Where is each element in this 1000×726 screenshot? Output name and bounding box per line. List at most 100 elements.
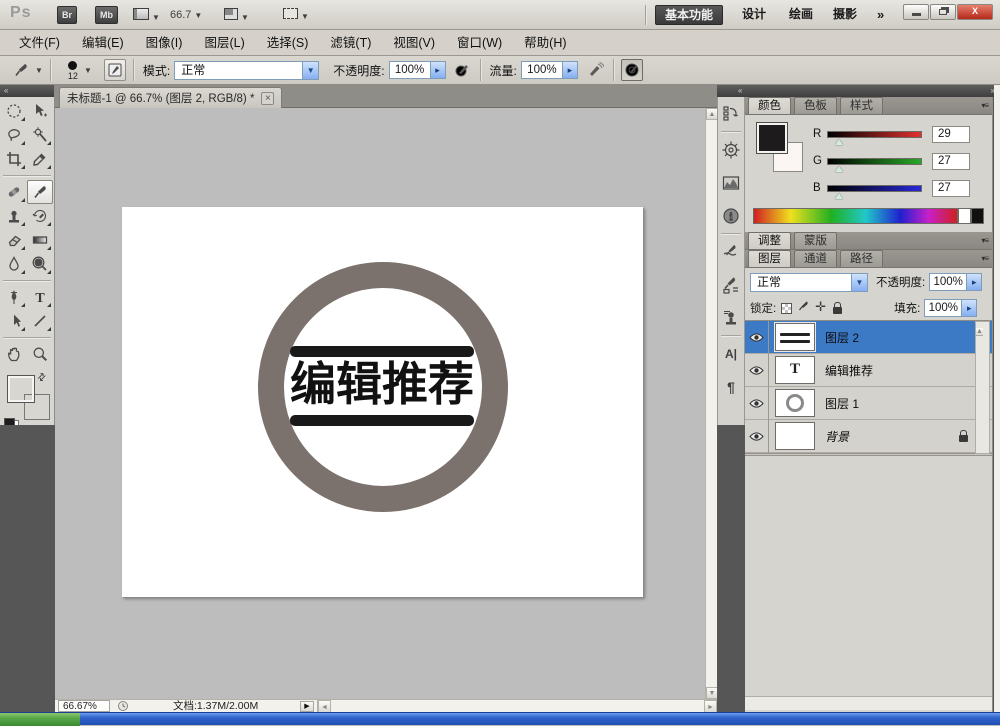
- menu-file[interactable]: 文件(F): [8, 32, 71, 54]
- elliptical-marquee-tool[interactable]: [1, 99, 27, 123]
- workspace-photography-button[interactable]: 摄影: [824, 5, 866, 25]
- layers-blend-mode-select[interactable]: 正常 ▼: [750, 273, 868, 292]
- brush-tool[interactable]: [27, 180, 53, 204]
- navigator-panel-icon[interactable]: [718, 133, 744, 166]
- paragraph-panel-icon[interactable]: ¶: [718, 370, 744, 403]
- info-panel-icon[interactable]: i: [718, 199, 744, 232]
- clone-stamp-tool[interactable]: [1, 204, 27, 228]
- layers-fill-field[interactable]: 100% ▸: [924, 299, 977, 317]
- blue-slider-handle[interactable]: [835, 189, 843, 199]
- layer-thumbnail[interactable]: T: [775, 356, 815, 384]
- foreground-color-swatch[interactable]: [8, 376, 34, 402]
- type-tool[interactable]: T: [27, 285, 53, 309]
- layer-name[interactable]: 图层 2: [825, 329, 859, 346]
- arrange-documents-icon[interactable]: ▼: [224, 8, 249, 23]
- close-tab-icon[interactable]: ×: [261, 92, 274, 105]
- eraser-tool[interactable]: [1, 228, 27, 252]
- taskbar-start-segment[interactable]: [0, 713, 80, 726]
- visibility-toggle[interactable]: [745, 321, 769, 354]
- workspace-essentials-button[interactable]: 基本功能: [655, 5, 723, 25]
- lock-position-icon[interactable]: ✛: [815, 299, 826, 315]
- tab-layers[interactable]: 图层: [748, 250, 791, 267]
- red-value-field[interactable]: 29: [932, 126, 970, 143]
- layer-name[interactable]: 图层 1: [825, 395, 859, 412]
- screen-mode-icon[interactable]: ▼: [283, 8, 309, 22]
- menu-select[interactable]: 选择(S): [256, 32, 320, 54]
- lock-all-icon[interactable]: [833, 307, 842, 314]
- layers-fill-arrow-icon[interactable]: ▸: [962, 299, 977, 317]
- opacity-slider-arrow-icon[interactable]: ▸: [431, 61, 446, 79]
- collapse-panels-icon[interactable]: «: [738, 85, 742, 96]
- healing-brush-tool[interactable]: [1, 180, 27, 204]
- blue-value-field[interactable]: 27: [932, 180, 970, 197]
- panel-foreground-swatch[interactable]: [757, 123, 787, 153]
- character-panel-icon[interactable]: A|: [718, 337, 744, 370]
- white-ramp-swatch[interactable]: [958, 208, 971, 224]
- flow-value[interactable]: 100%: [521, 61, 563, 79]
- hand-tool[interactable]: [1, 342, 27, 366]
- close-button[interactable]: X: [957, 4, 993, 20]
- minibridge-button[interactable]: Mb: [95, 6, 118, 24]
- tab-color[interactable]: 颜色: [748, 97, 791, 114]
- tab-masks[interactable]: 蒙版: [794, 232, 837, 249]
- layer-name[interactable]: 编辑推荐: [825, 362, 873, 379]
- layer-list-scrollbar[interactable]: ▲: [975, 321, 990, 454]
- lasso-tool[interactable]: [1, 123, 27, 147]
- tab-channels[interactable]: 通道: [794, 250, 837, 267]
- menu-help[interactable]: 帮助(H): [513, 32, 577, 54]
- pen-tool[interactable]: [1, 285, 27, 309]
- document-page[interactable]: 编辑推荐: [122, 207, 643, 597]
- black-ramp-swatch[interactable]: [971, 208, 984, 224]
- layers-opacity-arrow-icon[interactable]: ▸: [967, 273, 982, 291]
- layer-name[interactable]: 背景: [825, 428, 849, 445]
- layer-thumbnail[interactable]: [775, 422, 815, 450]
- panel-menu-icon[interactable]: ▾≡: [981, 236, 988, 245]
- opacity-value[interactable]: 100%: [389, 61, 431, 79]
- gradient-tool[interactable]: [27, 228, 53, 252]
- green-slider-handle[interactable]: [835, 162, 843, 172]
- eyedropper-tool[interactable]: [27, 147, 53, 171]
- tab-swatches[interactable]: 色板: [794, 97, 837, 114]
- visibility-toggle[interactable]: [745, 354, 769, 387]
- status-zoom-field[interactable]: 66.67%: [58, 700, 110, 712]
- line-tool[interactable]: [27, 309, 53, 333]
- workspace-overflow-button[interactable]: »: [868, 5, 893, 25]
- workspace-design-button[interactable]: 设计: [733, 5, 775, 25]
- opacity-field[interactable]: 100% ▸: [389, 61, 446, 79]
- flow-slider-arrow-icon[interactable]: ▸: [563, 61, 578, 79]
- menu-filter[interactable]: 滤镜(T): [319, 32, 382, 54]
- green-value-field[interactable]: 27: [932, 153, 970, 170]
- airbrush-icon[interactable]: [584, 59, 606, 81]
- history-panel-icon[interactable]: [718, 97, 744, 130]
- vertical-scrollbar[interactable]: ▲ ▼: [705, 108, 717, 699]
- menu-view[interactable]: 视图(V): [382, 32, 446, 54]
- chevron-down-icon[interactable]: ▼: [851, 274, 867, 291]
- flow-field[interactable]: 100% ▸: [521, 61, 578, 79]
- tab-paths[interactable]: 路径: [840, 250, 883, 267]
- zoom-level-control[interactable]: 66.7▼: [170, 9, 202, 21]
- lock-transparency-icon[interactable]: [781, 303, 792, 314]
- red-slider-handle[interactable]: [835, 135, 843, 145]
- move-tool[interactable]: [27, 99, 53, 123]
- crop-tool[interactable]: [1, 147, 27, 171]
- layers-opacity-field[interactable]: 100% ▸: [929, 273, 982, 291]
- layers-opacity-value[interactable]: 100%: [929, 273, 967, 291]
- color-spectrum-ramp[interactable]: [753, 208, 958, 224]
- red-slider[interactable]: [827, 131, 922, 138]
- green-slider[interactable]: [827, 158, 922, 165]
- quick-selection-tool[interactable]: [27, 123, 53, 147]
- tablet-opacity-icon[interactable]: [451, 59, 473, 81]
- tab-adjustments[interactable]: 调整: [748, 232, 791, 249]
- brush-size-caret-icon[interactable]: ▼: [84, 66, 92, 75]
- panel-resize-divider[interactable]: [745, 453, 992, 456]
- menu-window[interactable]: 窗口(W): [446, 32, 513, 54]
- minimize-button[interactable]: [903, 4, 929, 20]
- blend-mode-select[interactable]: 正常 ▼: [174, 61, 319, 80]
- menu-image[interactable]: 图像(I): [135, 32, 194, 54]
- brush-tool-preset-icon[interactable]: [10, 59, 32, 81]
- menu-edit[interactable]: 编辑(E): [71, 32, 135, 54]
- path-selection-tool[interactable]: [1, 309, 27, 333]
- visibility-toggle[interactable]: [745, 420, 769, 453]
- status-options-icon[interactable]: ▶: [300, 701, 314, 712]
- layer-thumbnail[interactable]: [775, 323, 815, 351]
